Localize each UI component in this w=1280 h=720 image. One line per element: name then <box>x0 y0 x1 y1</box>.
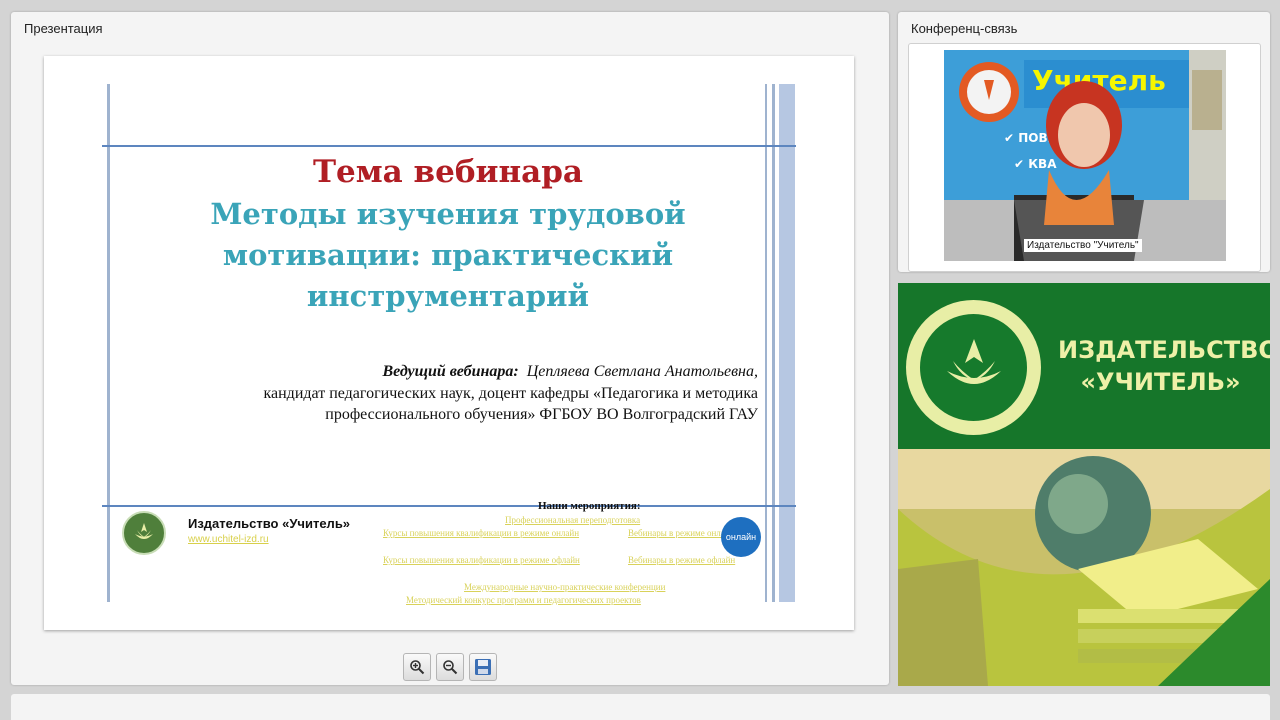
slide-publisher-name: Издательство «Учитель» <box>188 516 351 531</box>
conference-panel-title: Конференц-связь <box>911 21 1018 36</box>
publisher-banner: ИЗДАТЕЛЬСТВО «УЧИТЕЛЬ» <box>898 283 1270 686</box>
video-feed[interactable]: Учитель ✔ ПОВЫШ ✔ КВА Издательство "Учит… <box>944 50 1226 261</box>
slide-event-link[interactable]: Курсы повышения квалификации в режиме он… <box>383 528 593 538</box>
slide-topic-title: Методы изучения трудовой мотивации: прак… <box>210 197 686 313</box>
banner-title-line1: ИЗДАТЕЛЬСТВО <box>1058 336 1270 364</box>
slide-publisher-link[interactable]: www.uchitel-izd.ru <box>188 534 269 545</box>
svg-text:✔ КВА: ✔ КВА <box>1014 157 1057 171</box>
save-icon <box>475 659 491 675</box>
slide-top-rule <box>102 145 796 147</box>
slide-host-details-1: кандидат педагогических наук, доцент каф… <box>263 385 758 402</box>
slide-event-link[interactable]: Вебинары в режиме офлайн <box>628 555 735 565</box>
slide-topic-heading: Тема вебинара <box>312 154 584 190</box>
banner-books-image <box>898 449 1270 686</box>
zoom-out-icon <box>443 660 458 675</box>
slide-event-link[interactable]: Профессиональная переподготовка <box>505 515 640 525</box>
video-participant-label: Издательство "Учитель" <box>1024 239 1142 252</box>
presentation-panel-title: Презентация <box>24 21 103 36</box>
slide-online-badge: онлайн <box>721 517 761 557</box>
zoom-out-button[interactable] <box>436 653 464 681</box>
slide-host-details-2: профессионального обучения» ФГБОУ ВО Вол… <box>325 406 758 423</box>
slide-bottom-rule <box>102 505 796 507</box>
slide-event-link[interactable]: Вебинары в режиме онлайн <box>628 528 734 538</box>
slide-event-link[interactable]: Международные научно-практические конфер… <box>464 582 665 592</box>
banner-title-line2: «УЧИТЕЛЬ» <box>1080 368 1241 396</box>
zoom-in-button[interactable] <box>403 653 431 681</box>
slide-events-title: Наши мероприятия: <box>538 500 641 512</box>
webcam-image: Учитель ✔ ПОВЫШ ✔ КВА <box>944 50 1226 261</box>
zoom-in-icon <box>410 660 425 675</box>
bottom-panel <box>11 694 1270 720</box>
banner-logo-icon <box>906 300 1041 435</box>
slide-host-line: Ведущий вебинара: Цепляева Светлана Анат… <box>382 363 758 380</box>
slide-event-link[interactable]: Методический конкурс программ и педагоги… <box>406 595 641 605</box>
presentation-panel: Презентация Тема вебинара Методы изучени… <box>11 12 889 685</box>
presentation-slide: Тема вебинара Методы изучения трудовой м… <box>44 56 854 630</box>
slide-host-label: Ведущий вебинара <box>382 363 514 380</box>
banner-header: ИЗДАТЕЛЬСТВО «УЧИТЕЛЬ» <box>898 283 1270 449</box>
save-button[interactable] <box>469 653 497 681</box>
publisher-logo-icon <box>122 511 166 555</box>
slide-host-name: Цепляева Светлана Анатольевна, <box>526 363 758 380</box>
slide-event-link[interactable]: Курсы повышения квалификации в режиме оф… <box>383 555 593 565</box>
